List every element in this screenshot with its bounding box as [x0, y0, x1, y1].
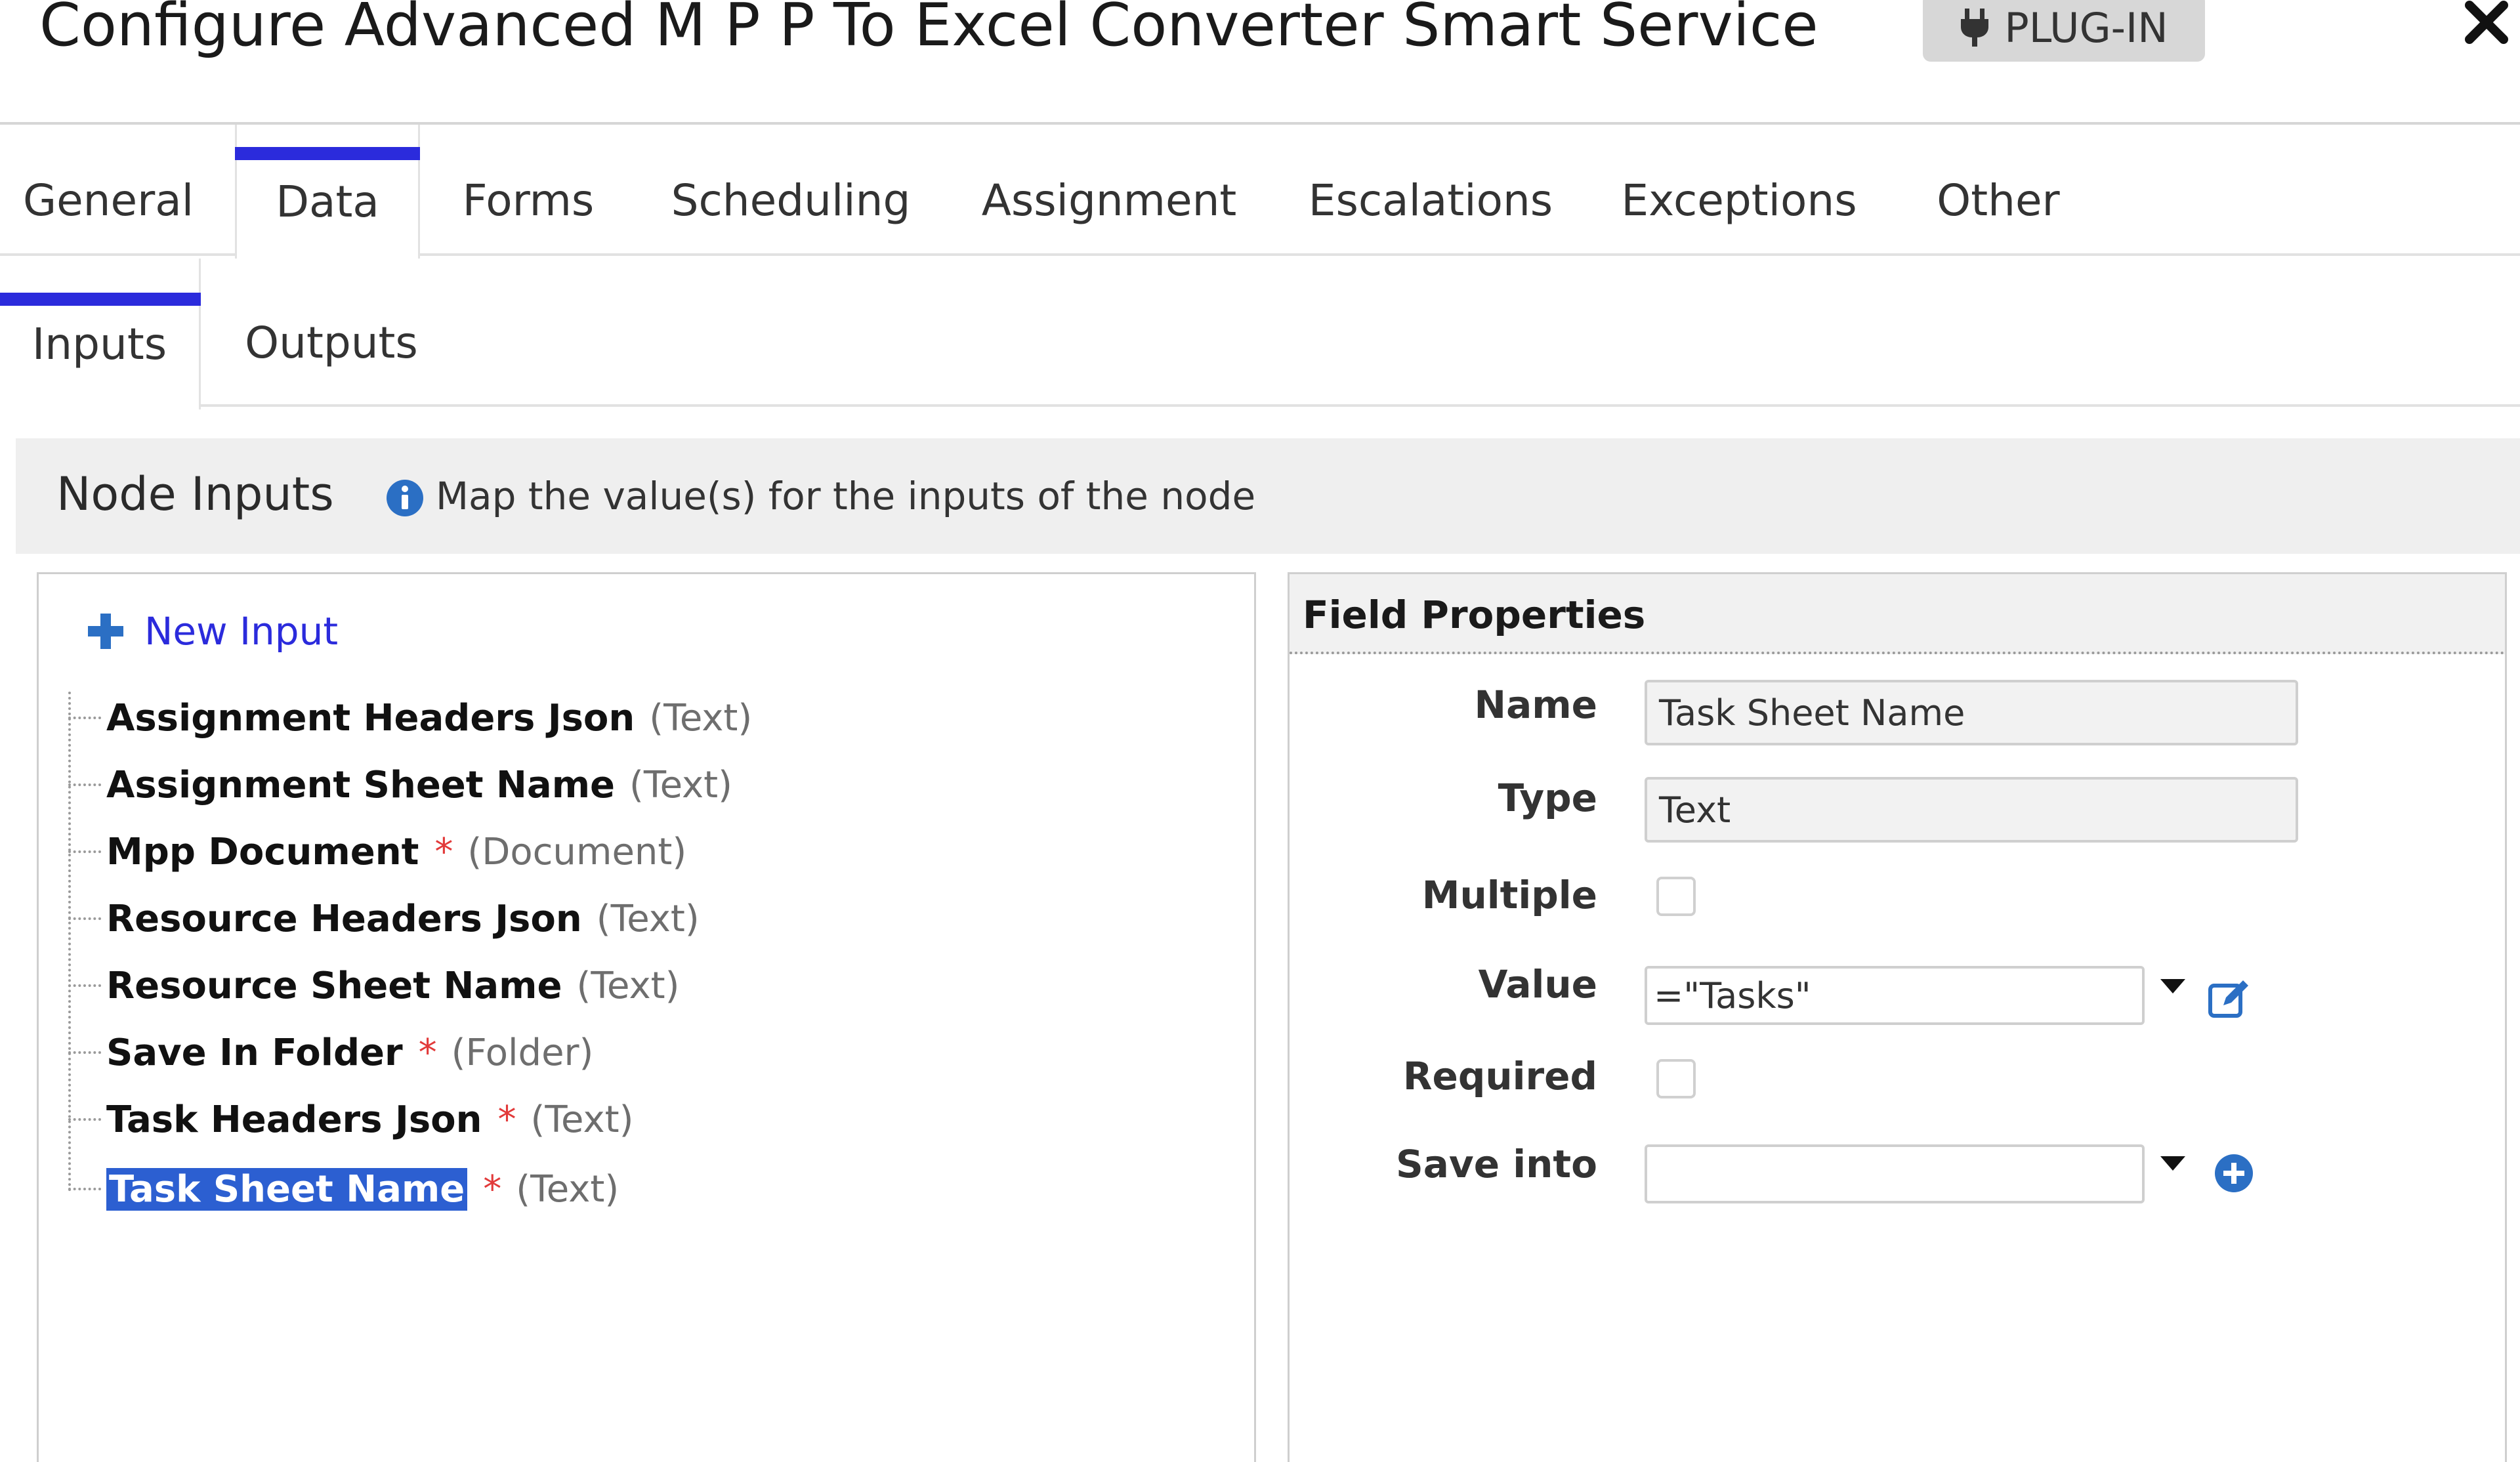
tab-forms[interactable]: Forms	[433, 125, 623, 256]
new-input-link[interactable]: New Input	[87, 609, 338, 654]
required-checkbox[interactable]	[1656, 1059, 1696, 1098]
tree-item-name: Save In Folder	[106, 1031, 403, 1074]
value-expression-input[interactable]: ="Tasks"	[1645, 966, 2145, 1025]
tree-item-task-headers-json[interactable]: Task Headers Json * (Text)	[68, 1089, 633, 1150]
main-tabs: General Data Forms Scheduling Assignment…	[0, 125, 2520, 259]
tree-item-type: (Text)	[516, 1167, 620, 1211]
plus-icon	[88, 614, 123, 649]
save-into-label: Save into	[1396, 1142, 1597, 1186]
tree-item-task-sheet-name[interactable]: Task Sheet Name * (Text)	[68, 1159, 619, 1219]
section-title: Node Inputs	[56, 467, 334, 521]
plugin-badge-label: PLUG-IN	[2004, 3, 2168, 52]
title-bar: Configure Advanced M P P To Excel Conver…	[0, 0, 2520, 125]
tab-exceptions[interactable]: Exceptions	[1608, 125, 1870, 256]
tree-item-type: (Folder)	[451, 1031, 594, 1074]
field-properties-header: Field Properties	[1290, 574, 2505, 654]
dialog-title: Configure Advanced M P P To Excel Conver…	[39, 0, 1818, 60]
name-label: Name	[1474, 682, 1597, 727]
tree-item-type: (Text)	[649, 696, 753, 740]
tab-other[interactable]: Other	[1903, 125, 2093, 256]
tree-item-resource-sheet-name[interactable]: Resource Sheet Name (Text)	[68, 955, 679, 1016]
tree-item-name: Resource Sheet Name	[106, 964, 562, 1007]
close-button[interactable]	[2464, 0, 2517, 52]
tree-item-save-in-folder[interactable]: Save In Folder * (Folder)	[68, 1022, 593, 1083]
add-circle-icon[interactable]	[2214, 1154, 2254, 1193]
required-label: Required	[1402, 1054, 1597, 1098]
type-label: Type	[1498, 776, 1597, 820]
edit-expression-icon[interactable]	[2208, 976, 2251, 1020]
save-into-input[interactable]	[1645, 1144, 2145, 1203]
tree-item-assignment-headers-json[interactable]: Assignment Headers Json (Text)	[68, 688, 752, 748]
tree-item-name: Mpp Document	[106, 830, 419, 873]
multiple-label: Multiple	[1421, 873, 1597, 917]
tab-escalations[interactable]: Escalations	[1286, 125, 1575, 256]
required-marker: *	[418, 1031, 437, 1074]
tree-item-name: Assignment Sheet Name	[106, 763, 616, 806]
info-icon	[387, 480, 423, 516]
tab-scheduling[interactable]: Scheduling	[650, 125, 932, 256]
tab-general[interactable]: General	[0, 125, 217, 256]
subtab-outputs[interactable]: Outputs	[217, 259, 446, 407]
tree-item-type: (Text)	[530, 1098, 634, 1141]
tree-item-type: (Text)	[629, 763, 732, 806]
multiple-checkbox[interactable]	[1656, 877, 1696, 916]
tree-item-name: Assignment Headers Json	[106, 696, 635, 740]
chevron-down-icon[interactable]	[2156, 1151, 2189, 1177]
tree-item-assignment-sheet-name[interactable]: Assignment Sheet Name (Text)	[68, 755, 732, 815]
plugin-badge: PLUG-IN	[1923, 0, 2205, 62]
section-hint: Map the value(s) for the inputs of the n…	[436, 474, 1256, 518]
close-icon	[2465, 1, 2508, 44]
tab-data[interactable]: Data	[235, 125, 420, 259]
value-label: Value	[1478, 962, 1597, 1007]
required-marker: *	[434, 830, 453, 873]
tab-assignment[interactable]: Assignment	[965, 125, 1253, 256]
tree-item-name: Task Headers Json	[106, 1098, 482, 1141]
tree-item-name: Task Sheet Name	[106, 1167, 468, 1211]
tree-item-type: (Text)	[576, 964, 680, 1007]
type-field[interactable]: Text	[1645, 777, 2298, 843]
tree-item-type: (Text)	[596, 897, 700, 940]
tree-item-resource-headers-json[interactable]: Resource Headers Json (Text)	[68, 888, 700, 949]
required-marker: *	[497, 1098, 516, 1141]
new-input-label: New Input	[144, 609, 339, 654]
plug-icon	[1961, 9, 1989, 47]
field-properties-title: Field Properties	[1303, 593, 1646, 637]
tree-item-name: Resource Headers Json	[106, 897, 582, 940]
subtab-inputs[interactable]: Inputs	[0, 259, 201, 409]
tree-item-mpp-document[interactable]: Mpp Document * (Document)	[68, 822, 686, 882]
required-marker: *	[483, 1167, 502, 1211]
name-field[interactable]: Task Sheet Name	[1645, 680, 2298, 745]
chevron-down-icon[interactable]	[2156, 974, 2189, 1000]
sub-tabs: Inputs Outputs	[0, 259, 2520, 409]
tree-item-type: (Document)	[467, 830, 687, 873]
